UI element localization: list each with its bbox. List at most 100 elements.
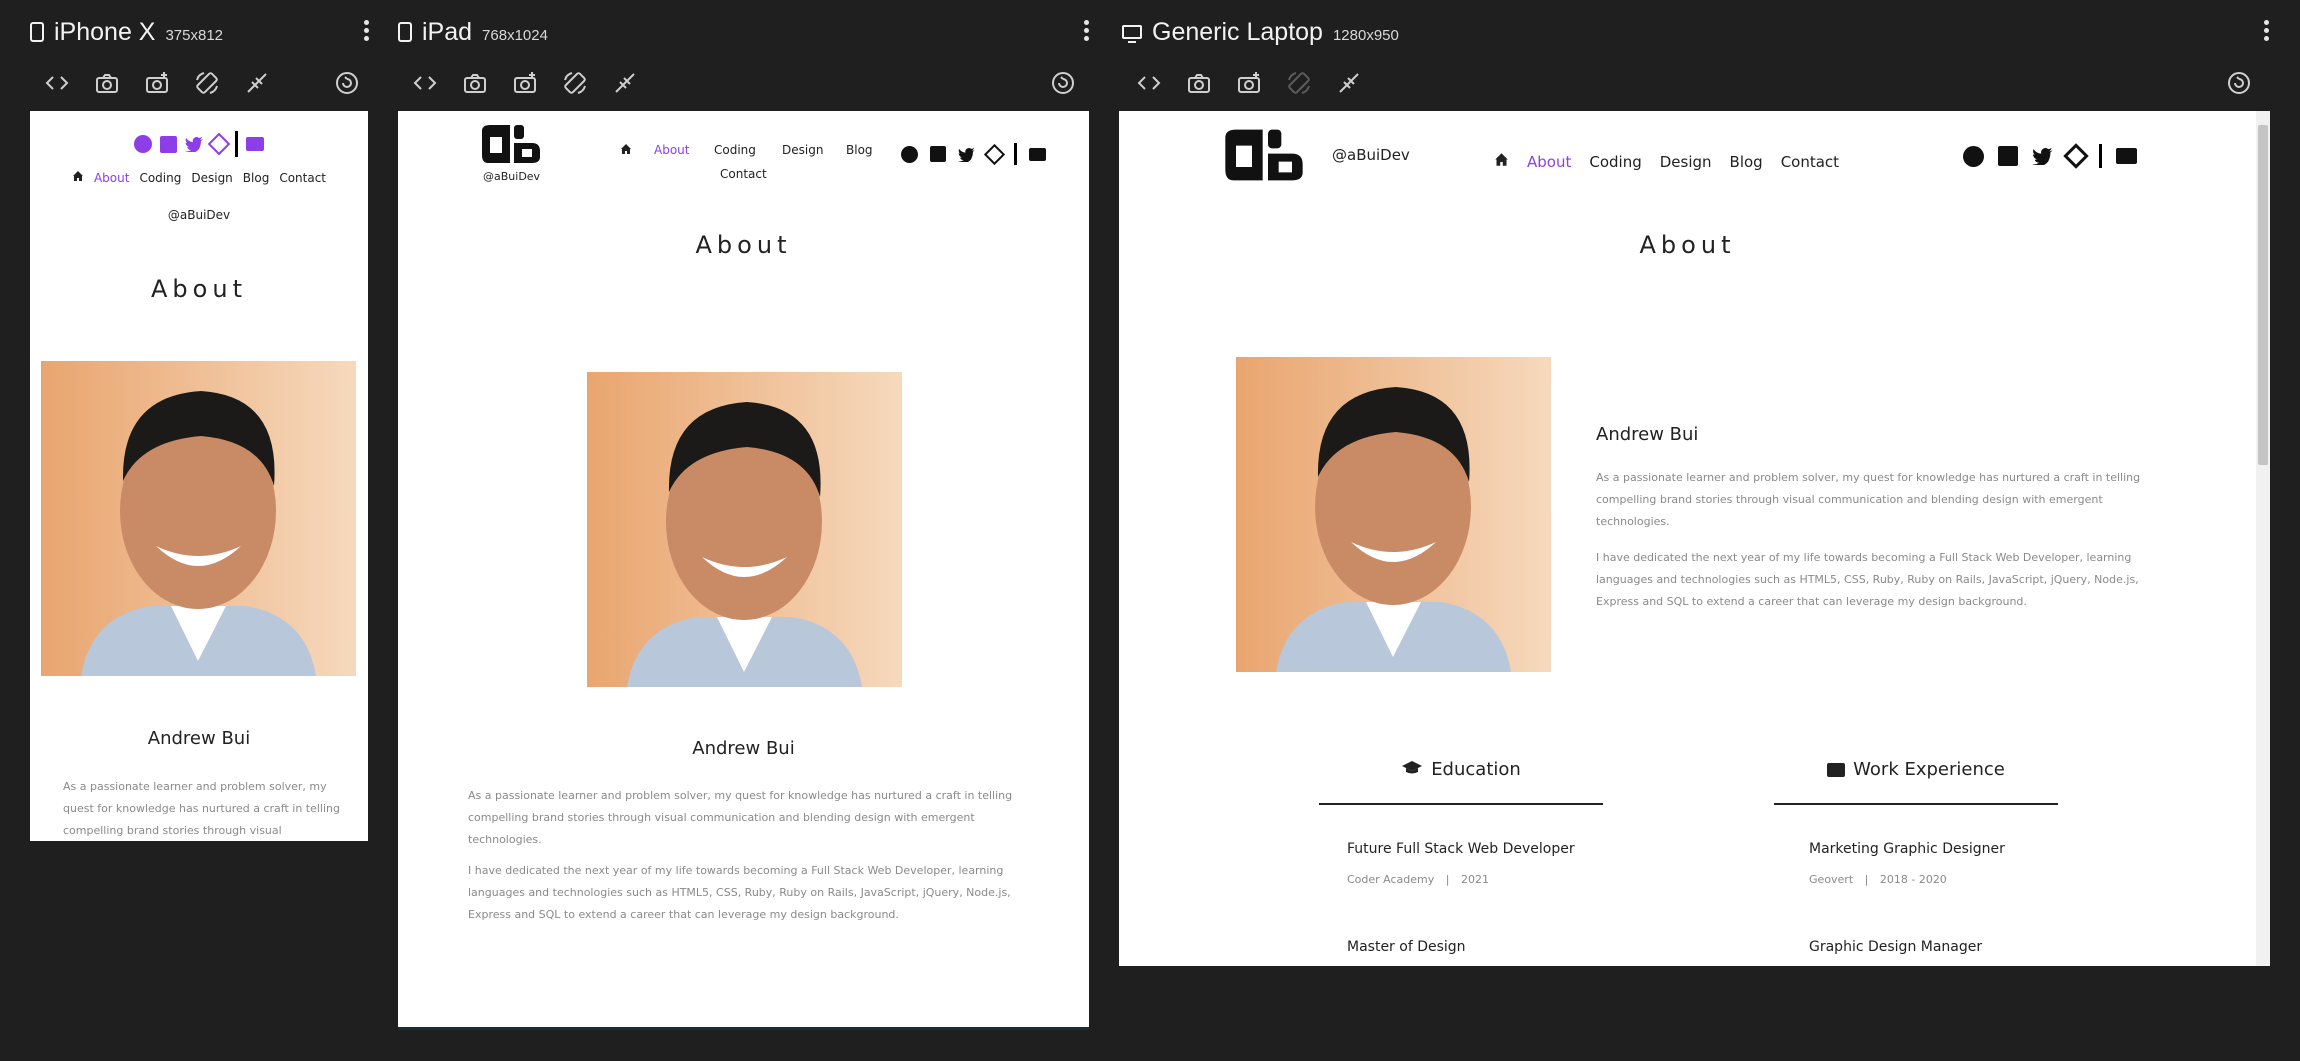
divider xyxy=(1014,143,1017,165)
logo[interactable] xyxy=(478,123,544,165)
nav-design[interactable]: Design xyxy=(191,171,232,185)
scrollbar-thumb[interactable] xyxy=(2258,125,2268,465)
divider xyxy=(2099,144,2102,168)
education-item-title: Future Full Stack Web Developer xyxy=(1347,841,1575,857)
code-icon[interactable] xyxy=(1134,68,1164,98)
nav-blog[interactable]: Blog xyxy=(1730,153,1763,171)
code-icon[interactable] xyxy=(410,68,440,98)
profile-photo xyxy=(1236,357,1551,672)
education-item-title: Master of Design xyxy=(1347,939,1466,955)
linkedin-icon[interactable] xyxy=(930,146,946,162)
briefcase-icon[interactable] xyxy=(2116,148,2137,164)
ipad-header: iPad 768x1024 xyxy=(398,14,1090,50)
home-icon[interactable] xyxy=(620,143,632,158)
work-item: Marketing Graphic Designer Geovert | 201… xyxy=(1809,841,2005,886)
ipad-panel: iPad 768x1024 @aBuiDev About Coding Desi… xyxy=(398,0,1090,1061)
nav-blog[interactable]: Blog xyxy=(243,171,270,185)
social-icons xyxy=(901,143,1046,165)
scrollbar[interactable] xyxy=(2256,111,2270,966)
codepen-icon[interactable] xyxy=(2063,143,2089,169)
nav-design[interactable]: Design xyxy=(1660,153,1712,171)
handle: @aBuiDev xyxy=(483,170,541,183)
iphone-header: iPhone X 375x812 xyxy=(30,14,370,50)
full-screenshot-icon[interactable] xyxy=(142,68,172,98)
nav: About Coding Design Blog Contact xyxy=(30,170,368,185)
iphone-toolbar xyxy=(42,68,370,102)
laptop-screen: @aBuiDev About Coding Design Blog Contac… xyxy=(1119,111,2270,966)
education-heading: Education xyxy=(1319,759,1603,781)
profile-name: Andrew Bui xyxy=(1596,424,1699,445)
education-item-meta: Coder Academy | 2021 xyxy=(1347,873,1489,886)
rotate-icon[interactable] xyxy=(560,68,590,98)
briefcase-icon xyxy=(1827,763,1846,777)
screenshot-icon[interactable] xyxy=(92,68,122,98)
profile-photo xyxy=(587,372,902,687)
ipad-toolbar xyxy=(410,68,1090,102)
twitter-icon[interactable] xyxy=(2032,147,2053,166)
page-title: About xyxy=(151,275,247,303)
laptop-icon xyxy=(1122,25,1142,43)
mobile-icon xyxy=(30,22,44,42)
home-icon[interactable] xyxy=(1494,152,1509,171)
logo[interactable] xyxy=(1219,127,1309,183)
github-icon[interactable] xyxy=(901,145,918,163)
nav-coding[interactable]: Coding xyxy=(139,171,181,185)
full-screenshot-icon[interactable] xyxy=(510,68,540,98)
work-item-title: Graphic Design Manager xyxy=(1809,939,1983,955)
github-icon[interactable] xyxy=(134,135,152,153)
full-screenshot-icon[interactable] xyxy=(1234,68,1264,98)
education-item: Future Full Stack Web Developer Coder Ac… xyxy=(1347,841,1575,886)
nav-blog[interactable]: Blog xyxy=(846,143,873,157)
iphone-screen: About Coding Design Blog Contact @aBuiDe… xyxy=(30,111,368,841)
twitter-icon[interactable] xyxy=(958,147,975,164)
linkedin-icon[interactable] xyxy=(1998,146,2018,166)
sync-icon[interactable] xyxy=(1334,68,1364,98)
nav-coding[interactable]: Coding xyxy=(1589,153,1641,171)
nav-contact[interactable]: Contact xyxy=(1781,153,1839,171)
codepen-icon[interactable] xyxy=(207,132,231,156)
twitter-icon[interactable] xyxy=(185,136,203,153)
code-icon[interactable] xyxy=(42,68,72,98)
ipad-screen: @aBuiDev About Coding Design Blog Contac… xyxy=(398,111,1089,1030)
more-options-icon[interactable] xyxy=(2264,20,2270,44)
nav-about[interactable]: About xyxy=(654,143,689,157)
reload-icon[interactable] xyxy=(332,68,362,98)
nav-design[interactable]: Design xyxy=(782,143,823,157)
briefcase-icon[interactable] xyxy=(1029,147,1046,161)
home-icon[interactable] xyxy=(72,170,84,185)
reload-icon[interactable] xyxy=(2224,68,2254,98)
page-title: About xyxy=(1639,231,1736,259)
profile-name: Andrew Bui xyxy=(692,738,795,759)
tablet-icon xyxy=(398,22,412,42)
rotate-icon[interactable] xyxy=(192,68,222,98)
screenshot-icon[interactable] xyxy=(1184,68,1214,98)
graduation-cap-icon xyxy=(1401,760,1423,781)
linkedin-icon[interactable] xyxy=(160,135,177,153)
device-size: 768x1024 xyxy=(482,26,548,44)
sync-icon[interactable] xyxy=(242,68,272,98)
nav-about[interactable]: About xyxy=(1527,153,1571,171)
github-icon[interactable] xyxy=(1963,145,1984,167)
device-name: iPhone X xyxy=(54,17,156,46)
nav-contact[interactable]: Contact xyxy=(720,167,767,181)
sync-icon[interactable] xyxy=(610,68,640,98)
screenshot-icon[interactable] xyxy=(460,68,490,98)
briefcase-icon[interactable] xyxy=(246,137,264,151)
social-icons xyxy=(1963,143,2137,169)
nav-coding[interactable]: Coding xyxy=(714,143,756,157)
bottom-edge xyxy=(398,1027,1089,1030)
nav-about[interactable]: About xyxy=(94,171,129,185)
laptop-panel: Generic Laptop 1280x950 @aBuiDev About C… xyxy=(1119,0,2270,1061)
device-name: Generic Laptop xyxy=(1152,17,1323,46)
more-options-icon[interactable] xyxy=(364,20,370,44)
profile-photo xyxy=(41,361,356,676)
device-size: 1280x950 xyxy=(1332,26,1399,44)
bio-paragraph-1: As a passionate learner and problem solv… xyxy=(1596,471,2141,528)
iphone-panel: iPhone X 375x812 About Coding Design Blo… xyxy=(30,0,370,1061)
codepen-icon[interactable] xyxy=(983,143,1006,165)
bio-paragraph-2: I have dedicated the next year of my lif… xyxy=(1596,551,2139,608)
reload-icon[interactable] xyxy=(1048,68,1078,98)
work-heading: Work Experience xyxy=(1774,759,2058,780)
nav-contact[interactable]: Contact xyxy=(279,171,326,185)
more-options-icon[interactable] xyxy=(1084,20,1090,44)
